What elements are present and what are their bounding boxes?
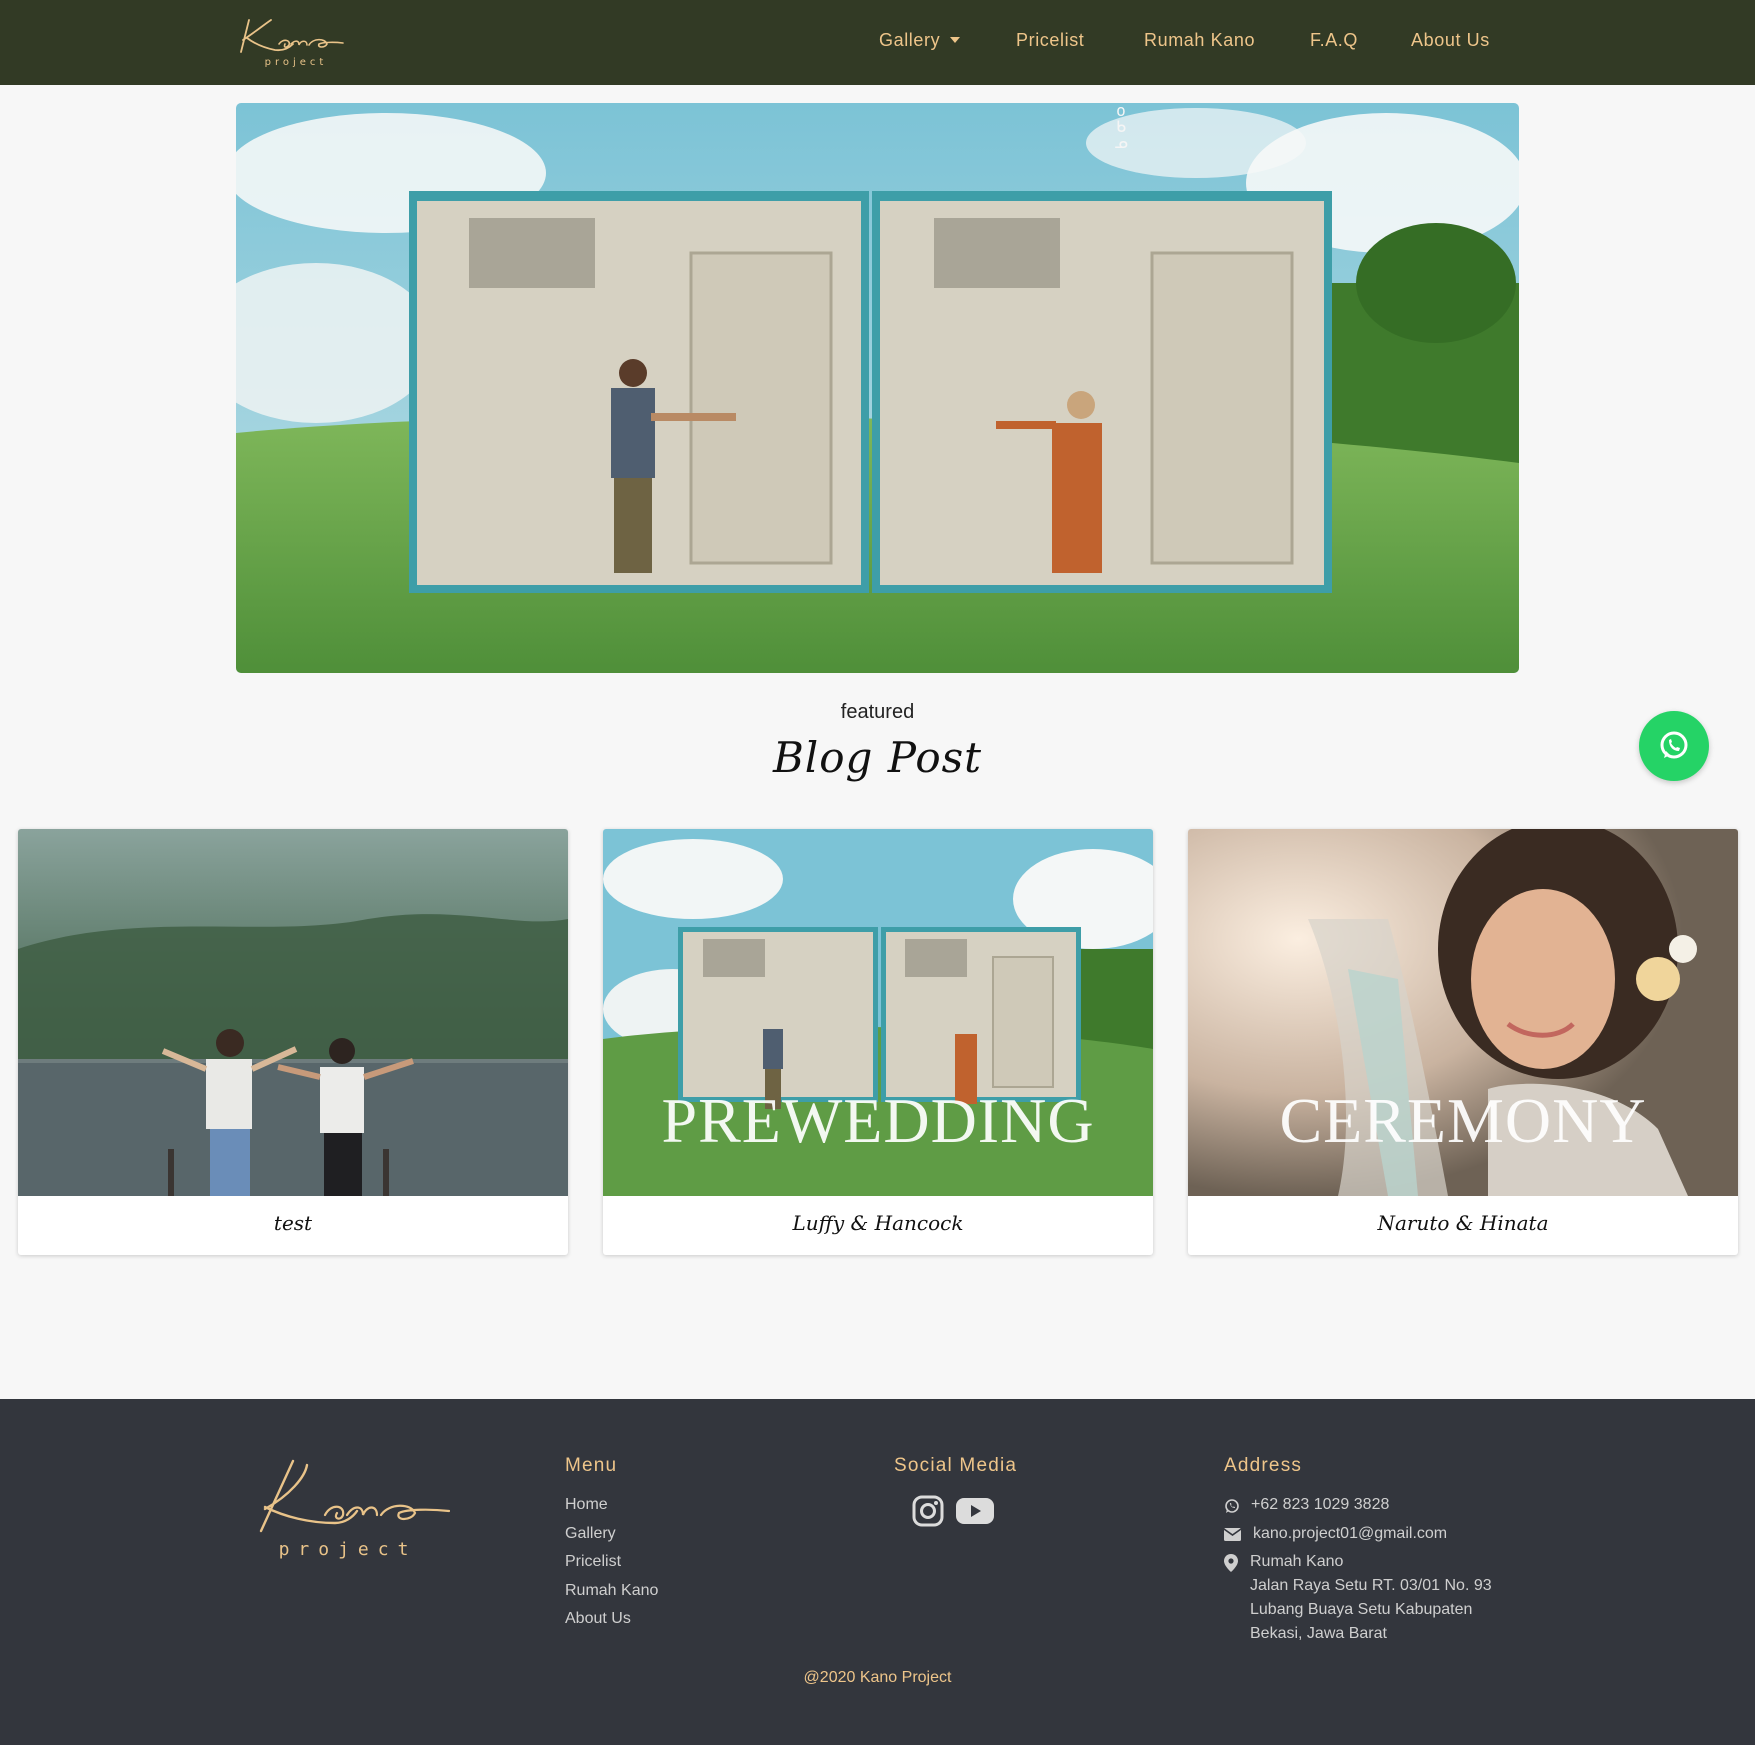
email-icon	[1224, 1528, 1241, 1541]
footer-link-gallery[interactable]: Gallery	[565, 1525, 616, 1543]
location-icon	[1224, 1554, 1238, 1572]
whatsapp-icon	[1660, 731, 1688, 759]
blog-post-title: Blog Post	[772, 733, 983, 782]
nav-faq[interactable]: F.A.Q	[1310, 30, 1358, 51]
footer: project Menu Home Gallery Pricelist Ruma…	[0, 1399, 1755, 1745]
footer-link-about-us[interactable]: About Us	[565, 1610, 631, 1628]
nav-gallery[interactable]: Gallery	[879, 30, 961, 51]
footer-address-title: Address	[1224, 1455, 1303, 1476]
footer-email[interactable]: kano.project01@gmail.com	[1253, 1525, 1447, 1543]
phone-icon	[1225, 1499, 1239, 1513]
footer-address-line-3: Lubang Buaya Setu Kabupaten	[1250, 1601, 1473, 1618]
navbar: project Gallery Pricelist Rumah Kano F.A…	[0, 0, 1755, 85]
hero-vertical-text-3: ᓄ	[1114, 133, 1128, 152]
whatsapp-button[interactable]	[1639, 711, 1709, 781]
blog-card-test[interactable]: test	[18, 829, 568, 1255]
hero-image: o ᑲ ᓄ	[236, 103, 1519, 673]
nav-pricelist[interactable]: Pricelist	[1016, 30, 1084, 51]
footer-address-line-1: Rumah Kano	[1250, 1553, 1344, 1570]
youtube-icon	[956, 1498, 994, 1524]
nav-gallery-label: Gallery	[879, 30, 941, 50]
footer-link-pricelist[interactable]: Pricelist	[565, 1553, 621, 1571]
footer-menu-title: Menu	[565, 1455, 618, 1476]
footer-link-home[interactable]: Home	[565, 1496, 608, 1514]
blog-card-naruto-hinata[interactable]: CEREMONY Naruto & Hinata	[1188, 829, 1738, 1255]
instagram-link[interactable]	[911, 1494, 945, 1533]
footer-link-rumah-kano[interactable]: Rumah Kano	[565, 1582, 658, 1600]
footer-logo: project	[235, 1457, 451, 1560]
youtube-link[interactable]	[955, 1494, 995, 1533]
caret-down-icon	[950, 37, 961, 43]
blog-card-caption: Naruto & Hinata	[1377, 1211, 1549, 1235]
footer-address-line-4: Bekasi, Jawa Barat	[1250, 1625, 1387, 1642]
nav-rumah-kano[interactable]: Rumah Kano	[1144, 30, 1255, 51]
footer-address-line-2: Jalan Raya Setu RT. 03/01 No. 93	[1250, 1577, 1492, 1594]
instagram-icon	[912, 1495, 944, 1527]
ceremony-overlay: CEREMONY	[1279, 1085, 1647, 1156]
footer-social-title: Social Media	[894, 1455, 1018, 1476]
blog-card-luffy-hancock[interactable]: PREWEDDING Luffy & Hancock	[603, 829, 1153, 1255]
nav-about-us[interactable]: About Us	[1411, 30, 1490, 51]
footer-phone[interactable]: +62 823 1029 3828	[1251, 1496, 1389, 1514]
featured-label: featured	[840, 701, 915, 723]
blog-card-caption: test	[273, 1211, 313, 1235]
brand-logo[interactable]: project	[235, 14, 350, 72]
prewedding-overlay: PREWEDDING	[661, 1085, 1095, 1156]
blog-card-image	[18, 829, 568, 1196]
footer-logo-subtitle: project	[278, 1539, 418, 1560]
copyright: @2020 Kano Project	[803, 1669, 952, 1686]
blog-card-caption: Luffy & Hancock	[792, 1211, 964, 1235]
brand-subtitle: project	[264, 57, 328, 68]
